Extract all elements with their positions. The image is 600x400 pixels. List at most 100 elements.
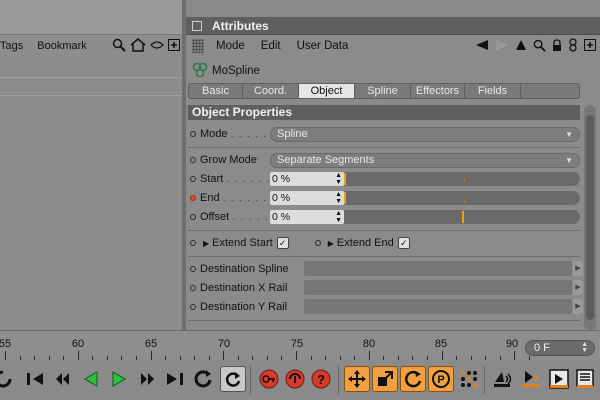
extend-end-checkbox[interactable]: ✓ [397,237,410,249]
end-row: End . . . . . . . 0 % ▲▼ [190,189,580,207]
end-input[interactable]: 0 % ▲ ▼ [270,191,344,205]
forward-arrow-icon[interactable] [495,39,509,54]
go-to-end-icon[interactable] [162,366,188,392]
mode-value: Spline [277,128,308,140]
end-dots: . . . . . . . [222,192,270,204]
grow-mode-dropdown[interactable]: Separate Segments ▼ [270,153,580,168]
animate-dot-icon[interactable] [190,176,196,182]
add-icon[interactable] [168,39,180,54]
render-picture-viewer-icon[interactable] [546,366,572,392]
object-name: MoSpline [212,65,260,77]
menu-mode[interactable]: Mode [216,40,245,52]
extend-start-checkbox[interactable]: ✓ [276,237,289,249]
home-icon[interactable] [130,38,146,55]
current-frame-input[interactable]: 0 F ▲ ▼ [525,340,595,356]
toolbar-divider [484,366,485,394]
menu-user-data[interactable]: User Data [297,40,349,52]
animate-dot-icon[interactable] [190,157,196,163]
search-icon[interactable] [533,39,546,55]
window-square-icon[interactable] [192,20,202,31]
start-slider[interactable] [344,172,580,186]
move-tool-icon[interactable] [344,366,370,392]
tab-spline[interactable]: Spline [355,84,411,98]
add-icon[interactable] [584,39,596,54]
render-settings-icon[interactable] [572,366,598,392]
start-row: Start . . . . . . 0 % ▲ ▼ [190,170,580,188]
back-arrow-icon[interactable] [475,39,489,54]
grid-points-icon[interactable] [456,366,482,392]
menu-tags[interactable]: Tags [0,40,23,52]
animate-dot-icon[interactable] [190,131,196,137]
slider-handle[interactable] [344,173,346,185]
offset-label: Offset [200,211,230,223]
chevron-right-icon[interactable]: ▶ [573,261,583,276]
stepper-icon[interactable]: ▲ ▼ [335,172,342,186]
tab-fields[interactable]: Fields [465,84,521,98]
rotate-tool-icon[interactable] [400,366,426,392]
list-item[interactable] [0,60,182,78]
start-input[interactable]: 0 % ▲ ▼ [270,172,344,186]
stepper-icon[interactable]: ▲ ▼ [335,191,342,205]
list-item[interactable] [0,78,182,96]
search-icon[interactable] [112,38,126,55]
end-slider[interactable] [344,191,580,205]
chevron-down-icon: ▼ [565,156,573,165]
tab-effectors[interactable]: Effectors [411,84,465,98]
stepper-icon[interactable]: ▲ ▼ [581,341,588,354]
keyframe-help-icon[interactable]: ? [308,366,334,392]
slider-handle[interactable] [462,211,464,223]
previous-keyframe-icon[interactable] [50,366,76,392]
attributes-panel: Attributes Mode Edit User Data MoSpline … [186,17,600,330]
up-arrow-icon[interactable] [515,39,527,54]
destination-x-rail-link[interactable]: ▶ [304,280,583,295]
extend-end-label: Extend End [336,237,394,249]
scrollbar-thumb[interactable] [586,115,594,320]
grow-mode-value: Separate Segments [277,154,375,166]
attributes-nav-icons [475,38,596,55]
animate-dot-icon[interactable] [314,240,321,246]
tab-basic[interactable]: Basic [189,84,243,98]
offset-slider[interactable] [344,210,580,224]
settings-icon[interactable] [568,38,578,55]
mode-dropdown[interactable]: Spline ▼ [270,127,580,142]
slider-handle[interactable] [344,192,346,204]
animate-dot-icon[interactable] [190,195,196,201]
chevron-right-icon[interactable]: ▶ [573,299,583,314]
animate-dot-icon[interactable] [190,304,196,310]
eye-icon[interactable] [150,40,164,53]
menu-edit[interactable]: Edit [261,40,281,52]
start-value: 0 % [272,173,291,185]
loop-toggle-icon[interactable] [190,366,216,392]
stepper-icon[interactable]: ▲ ▼ [335,210,342,224]
destination-spline-link[interactable]: ▶ [304,261,583,276]
tab-object[interactable]: Object [299,84,355,98]
scale-tool-icon[interactable] [372,366,398,392]
play-forward-icon[interactable] [106,366,132,392]
parameter-icon[interactable]: P [428,366,454,392]
animate-dot-icon[interactable] [190,214,196,220]
tab-coord[interactable]: Coord. [243,84,299,98]
grip-icon[interactable] [192,39,204,53]
animate-dot-icon[interactable] [190,285,196,291]
mode-label: Mode [200,128,228,140]
render-view-icon[interactable] [518,366,544,392]
lock-icon[interactable] [552,38,562,55]
record-icon[interactable] [256,366,282,392]
playback-mode-icon[interactable] [220,366,246,392]
chevron-right-icon[interactable]: ▶ [573,280,583,295]
autokey-icon[interactable] [282,366,308,392]
destination-y-rail-link[interactable]: ▶ [304,299,583,314]
menu-bookmarks[interactable]: Bookmark [37,40,87,52]
left-panel-list [0,60,182,96]
next-keyframe-icon[interactable] [134,366,160,392]
scrollbar[interactable] [584,105,596,330]
loop-icon[interactable] [0,366,16,392]
play-backward-icon[interactable] [78,366,104,392]
go-to-start-icon[interactable] [22,366,48,392]
attributes-title: Attributes [212,18,269,33]
animate-dot-icon[interactable] [190,240,196,246]
sound-icon[interactable] [490,366,516,392]
timeline-ruler[interactable]: 55 60 65 70 75 80 85 90 [0,330,600,361]
offset-input[interactable]: 0 % ▲ ▼ [270,210,344,224]
animate-dot-icon[interactable] [190,266,196,272]
